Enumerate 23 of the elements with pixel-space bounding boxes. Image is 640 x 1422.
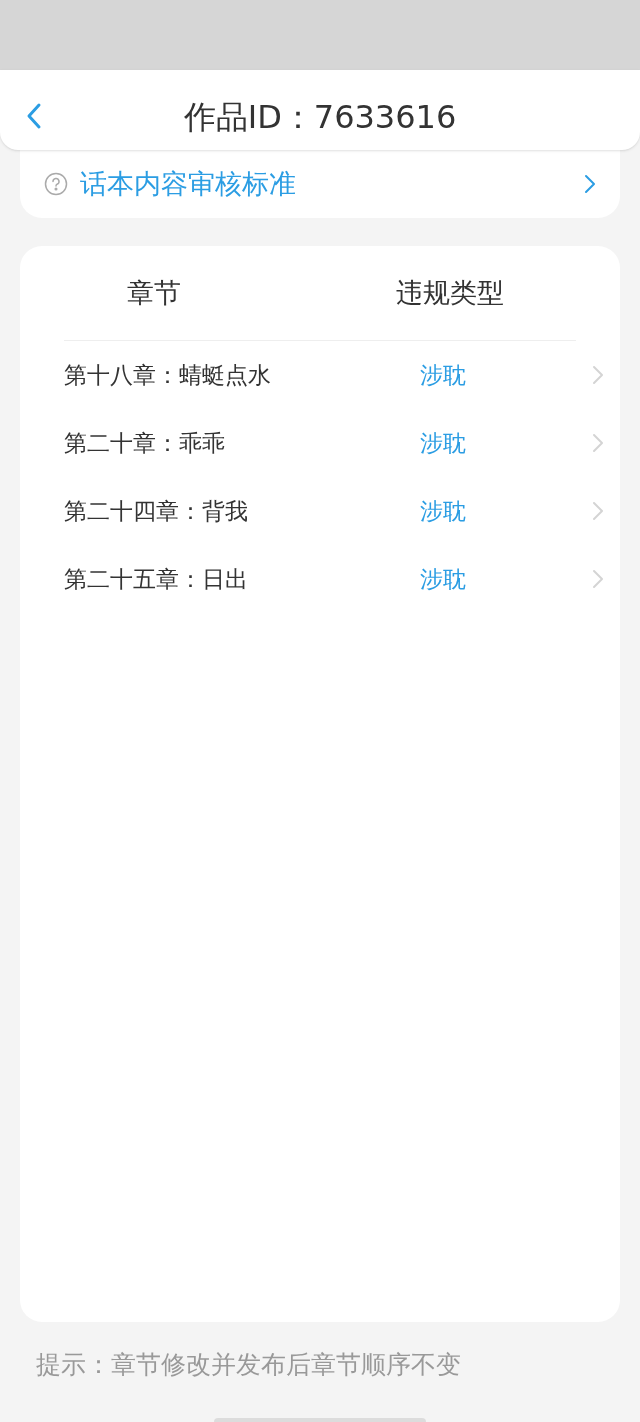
violation-type: 涉耽 xyxy=(420,496,467,526)
chevron-icon xyxy=(592,501,604,521)
column-header: 章节 xyxy=(126,275,182,310)
chevron-icon xyxy=(592,433,604,453)
chevron-icon xyxy=(592,569,604,589)
help-icon xyxy=(44,172,68,196)
column-header: 违规类型 xyxy=(395,275,505,310)
chapter-row[interactable]: 第十八章：蜻蜓点水 涉耽 xyxy=(64,341,604,409)
guide-label: 话本内容审核标准 xyxy=(80,166,297,201)
chapter-row[interactable]: 第二十章：乖乖 涉耽 xyxy=(64,409,604,477)
page-title: 作品ID：7633616 xyxy=(183,97,457,138)
violation-type: 涉耽 xyxy=(420,564,467,594)
chevron-icon xyxy=(592,365,604,385)
chapter-title: 第二十五章：日出 xyxy=(64,564,249,594)
chapter-title: 第十八章：蜻蜓点水 xyxy=(64,360,272,390)
chapter-title: 第二十章：乖乖 xyxy=(64,428,226,458)
chapter-row[interactable]: 第二十四章：背我 涉耽 xyxy=(64,477,604,545)
chapter-row[interactable]: 第二十五章：日出 涉耽 xyxy=(64,545,604,613)
violation-type: 涉耽 xyxy=(420,360,467,390)
chevron-icon xyxy=(584,174,596,194)
violation-type: 涉耽 xyxy=(420,428,467,458)
chapter-title: 第二十四章：背我 xyxy=(64,496,249,526)
hint-text: 提示：章节修改并发布后章节顺序不变 xyxy=(36,1350,461,1379)
